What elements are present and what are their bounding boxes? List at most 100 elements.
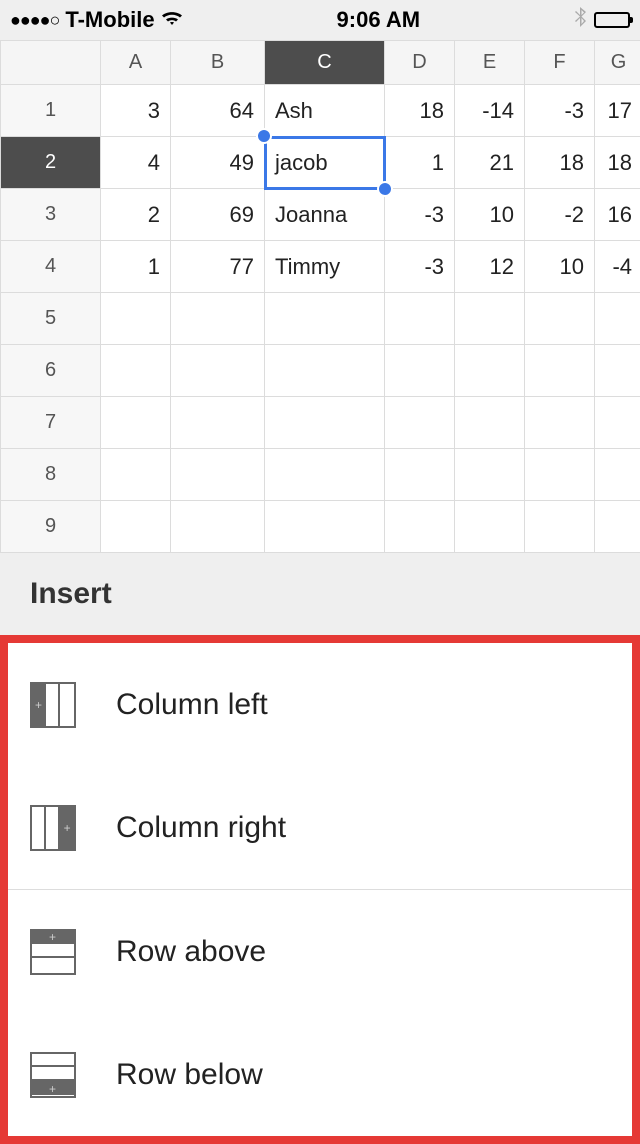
cell[interactable]	[171, 293, 265, 345]
cell[interactable]: 49	[171, 137, 265, 189]
cell[interactable]	[101, 293, 171, 345]
cell[interactable]: 17	[595, 85, 640, 137]
row-header-5[interactable]: 5	[1, 293, 101, 345]
cell[interactable]: 16	[595, 189, 640, 241]
cell[interactable]	[525, 397, 595, 449]
cell[interactable]: -14	[455, 85, 525, 137]
selection-handle-bottom-right[interactable]	[377, 181, 393, 197]
cell[interactable]	[385, 449, 455, 501]
column-headers[interactable]: A B C D E F G	[1, 41, 640, 85]
cell[interactable]: Timmy	[265, 241, 385, 293]
table-row[interactable]: 3 2 69 Joanna -3 10 -2 16	[1, 189, 640, 241]
cell[interactable]	[525, 449, 595, 501]
carrier-label: T-Mobile	[65, 7, 154, 33]
spreadsheet[interactable]: A B C D E F G 1 3 64 Ash 18 -14 -3 17 2 …	[0, 40, 640, 553]
cell[interactable]: 18	[595, 137, 640, 189]
cell[interactable]	[385, 345, 455, 397]
row-header-9[interactable]: 9	[1, 501, 101, 553]
cell[interactable]	[265, 449, 385, 501]
cell[interactable]	[171, 449, 265, 501]
cell[interactable]: Ash	[265, 85, 385, 137]
cell[interactable]	[525, 501, 595, 553]
cell[interactable]	[265, 293, 385, 345]
cell[interactable]	[385, 397, 455, 449]
cell[interactable]	[265, 501, 385, 553]
cell[interactable]	[455, 501, 525, 553]
cell[interactable]	[595, 501, 640, 553]
corner-cell[interactable]	[1, 41, 101, 85]
cell[interactable]: -3	[525, 85, 595, 137]
row-header-2[interactable]: 2	[1, 137, 101, 189]
cell[interactable]	[455, 449, 525, 501]
cell[interactable]	[171, 501, 265, 553]
cell[interactable]: 1	[101, 241, 171, 293]
col-header-A[interactable]: A	[101, 41, 171, 85]
cell[interactable]: -4	[595, 241, 640, 293]
cell[interactable]: -3	[385, 189, 455, 241]
row-header-1[interactable]: 1	[1, 85, 101, 137]
cell[interactable]: 18	[525, 137, 595, 189]
cell[interactable]	[595, 449, 640, 501]
row-header-8[interactable]: 8	[1, 449, 101, 501]
col-header-D[interactable]: D	[385, 41, 455, 85]
cell[interactable]: 4	[101, 137, 171, 189]
cell[interactable]	[525, 293, 595, 345]
table-row[interactable]: 5	[1, 293, 640, 345]
table-row[interactable]: 6	[1, 345, 640, 397]
menu-item-column-left[interactable]: + Column left	[8, 643, 632, 766]
cell[interactable]: 18	[385, 85, 455, 137]
cell[interactable]	[101, 345, 171, 397]
col-header-G[interactable]: G	[595, 41, 640, 85]
table-row[interactable]: 9	[1, 501, 640, 553]
table-row[interactable]: 2 4 49 jacob 1 21 18 18	[1, 137, 640, 189]
cell[interactable]	[525, 345, 595, 397]
cell[interactable]	[595, 293, 640, 345]
insert-menu: + Column left + Column right + Row above…	[0, 635, 640, 1144]
cell[interactable]	[265, 397, 385, 449]
cell[interactable]	[595, 397, 640, 449]
cell[interactable]	[385, 293, 455, 345]
cell[interactable]	[595, 345, 640, 397]
cell[interactable]: 10	[455, 189, 525, 241]
selection-handle-top-left[interactable]	[256, 128, 272, 144]
cell[interactable]: -2	[525, 189, 595, 241]
menu-item-row-above[interactable]: + Row above	[8, 890, 632, 1013]
selected-cell[interactable]: jacob	[265, 137, 385, 189]
cell[interactable]: 12	[455, 241, 525, 293]
menu-item-row-below[interactable]: + Row below	[8, 1013, 632, 1136]
cell[interactable]: 64	[171, 85, 265, 137]
table-row[interactable]: 1 3 64 Ash 18 -14 -3 17	[1, 85, 640, 137]
cell[interactable]	[101, 397, 171, 449]
cell[interactable]	[171, 397, 265, 449]
col-header-B[interactable]: B	[171, 41, 265, 85]
row-header-6[interactable]: 6	[1, 345, 101, 397]
cell[interactable]	[101, 449, 171, 501]
battery-icon	[594, 12, 630, 28]
cell[interactable]: 2	[101, 189, 171, 241]
cell[interactable]	[385, 501, 455, 553]
cell[interactable]: 21	[455, 137, 525, 189]
cell[interactable]	[171, 345, 265, 397]
cell[interactable]	[265, 345, 385, 397]
cell[interactable]: -3	[385, 241, 455, 293]
cell[interactable]: 69	[171, 189, 265, 241]
table-row[interactable]: 8	[1, 449, 640, 501]
row-header-4[interactable]: 4	[1, 241, 101, 293]
col-header-C[interactable]: C	[265, 41, 385, 85]
col-header-F[interactable]: F	[525, 41, 595, 85]
cell[interactable]	[455, 397, 525, 449]
cell[interactable]: 77	[171, 241, 265, 293]
row-header-7[interactable]: 7	[1, 397, 101, 449]
row-header-3[interactable]: 3	[1, 189, 101, 241]
table-row[interactable]: 7	[1, 397, 640, 449]
table-row[interactable]: 4 1 77 Timmy -3 12 10 -4	[1, 241, 640, 293]
cell[interactable]: Joanna	[265, 189, 385, 241]
cell[interactable]: 3	[101, 85, 171, 137]
menu-item-column-right[interactable]: + Column right	[8, 766, 632, 889]
col-header-E[interactable]: E	[455, 41, 525, 85]
cell[interactable]	[101, 501, 171, 553]
cell[interactable]	[455, 345, 525, 397]
cell[interactable]: 10	[525, 241, 595, 293]
cell[interactable]: 1	[385, 137, 455, 189]
cell[interactable]	[455, 293, 525, 345]
